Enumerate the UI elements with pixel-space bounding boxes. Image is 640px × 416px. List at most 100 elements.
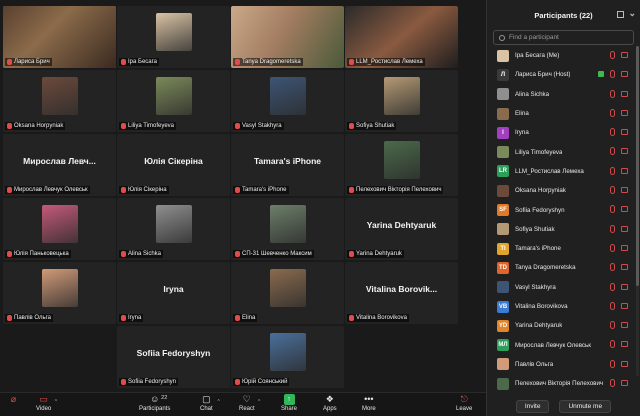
participant-row[interactable]: SF Sofiia Fedoryshyn: [487, 200, 636, 219]
tile-participant-name: Oksana Horpyniak: [14, 123, 64, 129]
mic-muted-icon[interactable]: [610, 108, 615, 117]
tile-name-label: Elina: [233, 314, 258, 322]
video-tile[interactable]: Sofiya Shutiak: [345, 70, 458, 132]
profile-photo: [269, 77, 306, 115]
mic-muted-icon: [349, 123, 354, 129]
tile-name-label: СП-31 Шевченко Максим: [233, 250, 314, 258]
avatar: [497, 107, 509, 120]
participant-row[interactable]: LR LLM_Ростислав Лемеха: [487, 162, 636, 181]
video-grid: Лариса Брич Іра Бесага Tanya Dragomeretska…: [0, 0, 486, 392]
video-tile[interactable]: Yarina Dehtyaruk Yarina Dehtyaruk: [345, 198, 458, 260]
participant-row[interactable]: Vasyl Stakhyra: [487, 278, 636, 297]
mic-muted-icon[interactable]: [610, 282, 615, 291]
mic-muted-icon[interactable]: [610, 186, 615, 195]
apps-button[interactable]: ❖ Apps: [323, 394, 337, 412]
tile-name-label: Юрій Соянський: [233, 378, 290, 386]
invite-button[interactable]: Invite: [515, 400, 550, 413]
video-tile[interactable]: Liliya Timofeyeva: [117, 70, 230, 132]
participant-row[interactable]: TD Tanya Dragomeretska: [487, 258, 636, 277]
participant-row[interactable]: Пелехович Вікторія Пелехович: [487, 374, 636, 393]
tile-display-name: Iryna: [163, 284, 184, 294]
video-tile[interactable]: Oksana Horpyniak: [3, 70, 116, 132]
video-tile[interactable]: Лариса Брич: [3, 6, 116, 68]
participant-row[interactable]: Liliya Timofeyeva: [487, 142, 636, 161]
camera-off-icon: [621, 360, 628, 367]
participant-row[interactable]: Elina: [487, 104, 636, 123]
video-tile[interactable]: Alina Sichka: [117, 198, 230, 260]
mic-muted-icon: [7, 251, 12, 257]
video-tile[interactable]: Юрій Соянський: [231, 326, 344, 388]
participant-row[interactable]: Іра Бесага (Me): [487, 46, 636, 65]
video-tile[interactable]: Sofiia Fedoryshyn Sofiia Fedoryshyn: [117, 326, 230, 388]
video-tile[interactable]: Elina: [231, 262, 344, 324]
video-button[interactable]: ▭ ^ Video: [36, 394, 57, 412]
video-tile[interactable]: LLM_Ростислав Лемеха: [345, 6, 458, 68]
mic-muted-icon[interactable]: [610, 147, 615, 156]
mic-muted-icon[interactable]: [610, 51, 615, 59]
mic-muted-icon[interactable]: [610, 263, 615, 272]
camera-off-icon: [621, 109, 628, 116]
participant-search[interactable]: [493, 30, 634, 45]
video-tile[interactable]: Vitalina Borovik... Vitalina Borovikova: [345, 262, 458, 324]
mic-muted-icon[interactable]: [610, 166, 615, 175]
mic-muted-icon[interactable]: [610, 205, 615, 214]
leave-button[interactable]: ⎋ Leave: [456, 394, 472, 412]
chat-button[interactable]: ▢ ^ Chat: [200, 394, 220, 412]
mic-muted-icon[interactable]: [610, 379, 615, 388]
share-screen-icon: ↑: [283, 394, 295, 405]
camera-off-icon: [621, 302, 628, 309]
video-tile[interactable]: Iryna Iryna: [117, 262, 230, 324]
participant-row[interactable]: Sofiya Shutiak: [487, 220, 636, 239]
mic-muted-icon[interactable]: [610, 359, 615, 368]
video-tile[interactable]: СП-31 Шевченко Максим: [231, 198, 344, 260]
mic-muted-icon[interactable]: [610, 321, 615, 330]
mic-muted-icon[interactable]: [610, 340, 615, 349]
mic-muted-icon[interactable]: [610, 301, 615, 310]
participant-row[interactable]: I Iryna: [487, 123, 636, 142]
video-tile[interactable]: Tamara's iPhone Tamara's iPhone: [231, 134, 344, 196]
react-button[interactable]: ♡ ^ React: [239, 394, 260, 412]
avatar: TD: [497, 261, 509, 274]
pop-out-icon[interactable]: [617, 11, 624, 18]
participant-row[interactable]: YD Yarina Dehtyaruk: [487, 316, 636, 335]
participant-row[interactable]: VB Vitalina Borovikova: [487, 297, 636, 316]
participant-name: Іра Бесага (Me): [515, 52, 560, 60]
video-tile[interactable]: Vasyl Stakhyra: [231, 70, 344, 132]
tile-display-name: Юлія Сікеріна: [144, 156, 203, 166]
participant-row[interactable]: Л Лариса Брич (Host): [487, 65, 636, 84]
video-tile[interactable]: Павлів Ольга: [3, 262, 116, 324]
participants-panel: Participants (22) ⌄ Іра Бесага (Me) Л Лари…: [486, 0, 640, 416]
mic-muted-icon[interactable]: [610, 89, 615, 98]
avatar: [497, 377, 509, 390]
mic-muted-icon[interactable]: [610, 243, 615, 252]
participant-row[interactable]: Павлів Ольга: [487, 355, 636, 374]
mic-muted-icon[interactable]: [610, 70, 615, 79]
participant-row[interactable]: Alina Sichka: [487, 85, 636, 104]
video-tile[interactable]: Юлія Сікеріна Юлія Сікеріна: [117, 134, 230, 196]
audio-button[interactable]: ⌀: [8, 394, 19, 405]
share-button[interactable]: ↑ Share: [281, 394, 297, 412]
video-tile[interactable]: Пелехович Вікторія Пелехович: [345, 134, 458, 196]
participant-row[interactable]: МЛ Мирослав Левчук Олевськ: [487, 335, 636, 354]
participant-list: Іра Бесага (Me) Л Лариса Брич (Host) Alina …: [487, 46, 636, 393]
camera-off-icon: [621, 244, 628, 251]
more-button[interactable]: ••• More: [362, 394, 376, 412]
video-tile[interactable]: Юлія Паньковецька: [3, 198, 116, 260]
video-tile[interactable]: Мирослав Левч... Мирослав Левчук Олевськ: [3, 134, 116, 196]
close-icon[interactable]: ⌄: [628, 8, 636, 19]
mic-muted-icon: [7, 59, 12, 65]
participant-scrollbar[interactable]: [636, 46, 639, 376]
profile-photo: [269, 333, 306, 371]
tile-participant-name: Юлія Паньковецька: [14, 251, 69, 257]
search-input[interactable]: [509, 34, 619, 41]
tile-name-label: Tanya Dragomeretska: [233, 58, 303, 66]
video-tile[interactable]: Іра Бесага: [117, 6, 230, 68]
tile-name-label: LLM_Ростислав Лемеха: [347, 58, 425, 66]
unmute-me-button[interactable]: Unmute me: [559, 400, 612, 413]
participant-row[interactable]: Oksana Horpyniak: [487, 181, 636, 200]
mic-muted-icon[interactable]: [610, 224, 615, 233]
participants-button[interactable]: ☺ 22 Participants: [139, 394, 170, 412]
mic-muted-icon[interactable]: [610, 128, 615, 137]
participant-row[interactable]: TI Tamara's iPhone: [487, 239, 636, 258]
video-tile[interactable]: Tanya Dragomeretska: [231, 6, 344, 68]
